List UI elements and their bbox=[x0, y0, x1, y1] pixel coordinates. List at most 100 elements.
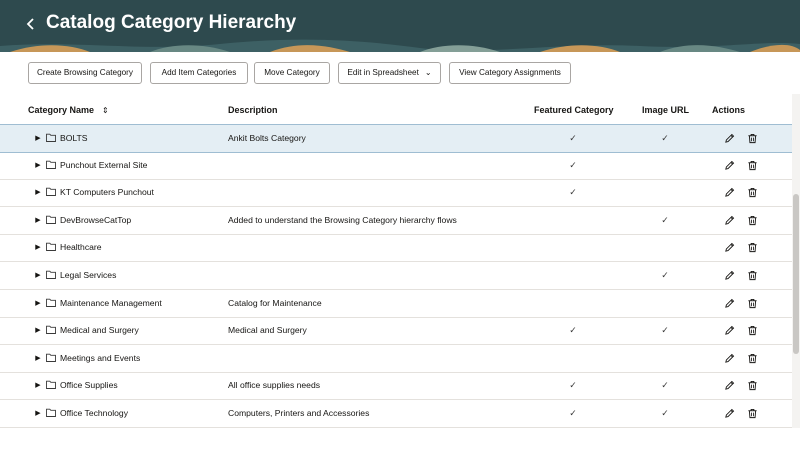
table-row[interactable]: ▶ DevBrowseCatTop Added to understand the … bbox=[0, 207, 792, 235]
featured-check-icon: ✓ bbox=[569, 408, 577, 418]
column-header-description: Description bbox=[228, 105, 278, 115]
folder-icon bbox=[46, 408, 56, 417]
scrollbar-thumb[interactable] bbox=[793, 194, 799, 354]
back-button[interactable] bbox=[22, 10, 40, 36]
category-description: Ankit Bolts Category bbox=[228, 133, 306, 143]
delete-trash-icon[interactable] bbox=[747, 160, 758, 171]
chevron-left-icon bbox=[26, 18, 34, 30]
category-name[interactable]: Office Technology bbox=[60, 400, 128, 427]
sort-icon[interactable]: ⇕ bbox=[102, 99, 109, 123]
view-category-assignments-button[interactable]: View Category Assignments bbox=[449, 62, 571, 84]
edit-pencil-icon[interactable] bbox=[724, 242, 735, 253]
delete-trash-icon[interactable] bbox=[747, 133, 758, 144]
folder-icon bbox=[46, 298, 56, 307]
delete-trash-icon[interactable] bbox=[747, 215, 758, 226]
edit-pencil-icon[interactable] bbox=[724, 298, 735, 309]
column-header-label: Category Name bbox=[28, 105, 95, 115]
edit-pencil-icon[interactable] bbox=[724, 325, 735, 336]
table-row[interactable]: ▶ Maintenance Management Catalog for Maint… bbox=[0, 290, 792, 318]
expand-triangle-icon[interactable]: ▶ bbox=[34, 317, 42, 344]
folder-icon bbox=[46, 133, 56, 142]
create-browsing-category-button[interactable]: Create Browsing Category bbox=[28, 62, 142, 84]
expand-triangle-icon[interactable]: ▶ bbox=[34, 262, 42, 289]
table-header: Category Name ⇕ Description Featured Cate… bbox=[0, 98, 792, 122]
image-url-check-icon: ✓ bbox=[661, 408, 669, 418]
image-url-check-icon: ✓ bbox=[661, 133, 669, 143]
expand-triangle-icon[interactable]: ▶ bbox=[34, 372, 42, 399]
table-row[interactable]: ▶ Meetings and Events bbox=[0, 345, 792, 373]
delete-trash-icon[interactable] bbox=[747, 408, 758, 419]
table-row[interactable]: ▶ Healthcare bbox=[0, 234, 792, 263]
category-name[interactable]: DevBrowseCatTop bbox=[60, 207, 131, 234]
table-row[interactable]: ▶ Office Technology Computers, Printers an… bbox=[0, 400, 792, 428]
expand-triangle-icon[interactable]: ▶ bbox=[34, 290, 42, 317]
folder-icon bbox=[46, 187, 56, 197]
folder-icon bbox=[46, 160, 56, 169]
image-url-check-icon: ✓ bbox=[661, 214, 669, 225]
category-name[interactable]: Punchout External Site bbox=[60, 152, 147, 179]
edit-pencil-icon[interactable] bbox=[724, 215, 735, 226]
image-url-check-icon: ✓ bbox=[661, 325, 669, 336]
category-name[interactable]: Meetings and Events bbox=[60, 345, 140, 372]
table-row[interactable]: ▶ Legal Services ✓ bbox=[0, 262, 792, 290]
edit-in-spreadsheet-label: Edit in Spreadsheet bbox=[347, 68, 419, 77]
delete-trash-icon[interactable] bbox=[747, 325, 758, 336]
category-name[interactable]: KT Computers Punchout bbox=[60, 179, 154, 206]
featured-check-icon: ✓ bbox=[569, 187, 577, 198]
add-item-categories-button[interactable]: Add Item Categories bbox=[150, 62, 248, 84]
edit-pencil-icon[interactable] bbox=[724, 380, 735, 391]
featured-check-icon: ✓ bbox=[569, 133, 577, 143]
folder-icon bbox=[46, 353, 56, 362]
expand-triangle-icon[interactable]: ▶ bbox=[34, 234, 42, 261]
page-title: Catalog Category Hierarchy bbox=[46, 12, 297, 33]
featured-check-icon: ✓ bbox=[569, 325, 577, 336]
category-name[interactable]: Office Supplies bbox=[60, 372, 118, 399]
delete-trash-icon[interactable] bbox=[747, 270, 758, 281]
folder-icon bbox=[46, 270, 56, 279]
table-row[interactable]: ▶ BOLTS Ankit Bolts Category ✓ ✓ bbox=[0, 124, 792, 153]
category-name[interactable]: Medical and Surgery bbox=[60, 317, 139, 344]
folder-icon bbox=[46, 243, 56, 252]
edit-pencil-icon[interactable] bbox=[724, 133, 735, 144]
edit-pencil-icon[interactable] bbox=[724, 160, 735, 171]
expand-triangle-icon[interactable]: ▶ bbox=[34, 125, 42, 152]
chevron-down-icon: ⌄ bbox=[424, 68, 432, 77]
delete-trash-icon[interactable] bbox=[747, 187, 758, 198]
edit-pencil-icon[interactable] bbox=[724, 408, 735, 419]
category-description: Added to understand the Browsing Categor… bbox=[228, 214, 457, 225]
vertical-scrollbar[interactable] bbox=[792, 94, 800, 428]
delete-trash-icon[interactable] bbox=[747, 353, 758, 364]
category-name[interactable]: Maintenance Management bbox=[60, 290, 162, 317]
table-row[interactable]: ▶ Punchout External Site ✓ bbox=[0, 152, 792, 180]
table-row[interactable]: ▶ Office Supplies All office supplies need… bbox=[0, 372, 792, 401]
category-name[interactable]: BOLTS bbox=[60, 125, 88, 152]
expand-triangle-icon[interactable]: ▶ bbox=[34, 207, 42, 234]
featured-check-icon: ✓ bbox=[569, 380, 577, 391]
expand-triangle-icon[interactable]: ▶ bbox=[34, 400, 42, 427]
expand-triangle-icon[interactable]: ▶ bbox=[34, 345, 42, 372]
category-description: All office supplies needs bbox=[228, 380, 321, 391]
expand-triangle-icon[interactable]: ▶ bbox=[34, 179, 42, 206]
edit-pencil-icon[interactable] bbox=[724, 187, 735, 198]
column-header-featured-category: Featured Category bbox=[534, 105, 614, 115]
category-description: Medical and Surgery bbox=[228, 325, 307, 336]
delete-trash-icon[interactable] bbox=[747, 380, 758, 391]
featured-check-icon: ✓ bbox=[569, 159, 577, 170]
delete-trash-icon[interactable] bbox=[747, 242, 758, 253]
expand-triangle-icon[interactable]: ▶ bbox=[34, 152, 42, 179]
column-header-image-url: Image URL bbox=[642, 105, 690, 115]
edit-in-spreadsheet-button[interactable]: Edit in Spreadsheet ⌄ bbox=[338, 62, 441, 84]
table-row[interactable]: ▶ KT Computers Punchout ✓ bbox=[0, 179, 792, 208]
column-header-category-name[interactable]: Category Name ⇕ bbox=[28, 98, 109, 122]
folder-icon bbox=[46, 325, 56, 335]
category-name[interactable]: Healthcare bbox=[60, 234, 102, 261]
category-description: Catalog for Maintenance bbox=[228, 297, 322, 308]
move-category-button[interactable]: Move Category bbox=[254, 62, 330, 84]
edit-pencil-icon[interactable] bbox=[724, 270, 735, 281]
table-row[interactable]: ▶ Medical and Surgery Medical and Surgery ✓… bbox=[0, 317, 792, 346]
folder-icon bbox=[46, 381, 56, 390]
edit-pencil-icon[interactable] bbox=[724, 353, 735, 364]
category-description: Computers, Printers and Accessories bbox=[228, 408, 370, 418]
category-name[interactable]: Legal Services bbox=[60, 262, 116, 289]
delete-trash-icon[interactable] bbox=[747, 298, 758, 309]
